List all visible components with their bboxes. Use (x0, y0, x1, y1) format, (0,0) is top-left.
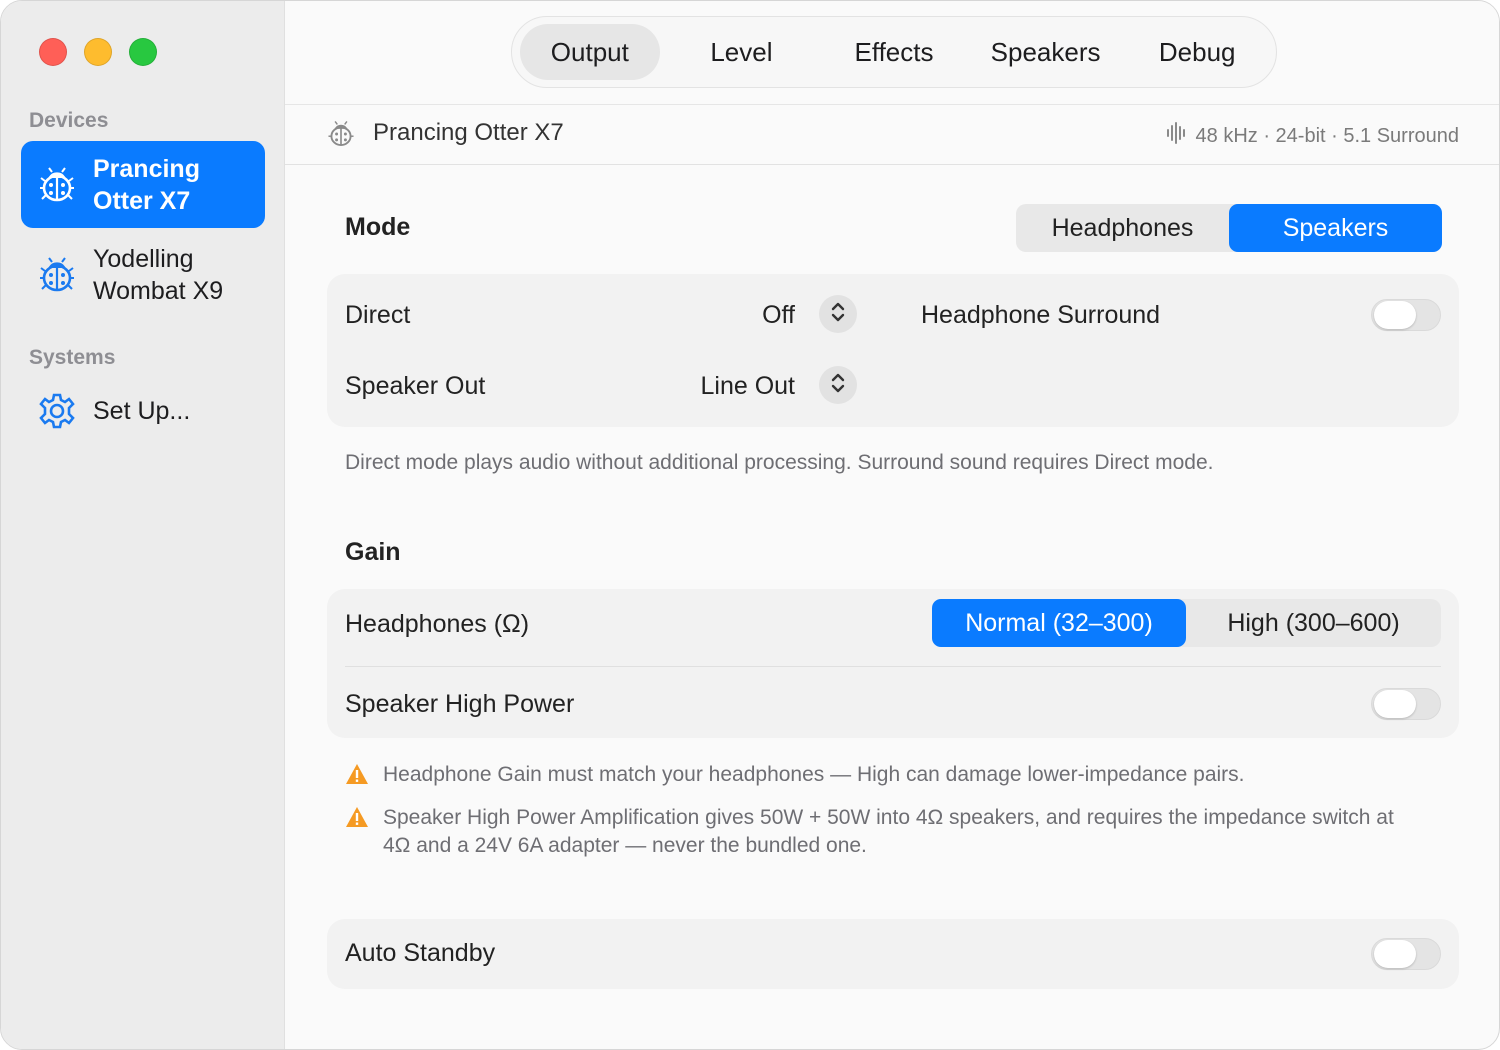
device-header: Prancing Otter X7 48 kHz · 24-bit · 5.1 … (285, 105, 1499, 165)
device-name: Prancing Otter X7 (373, 119, 564, 146)
auto-standby-label: Auto Standby (345, 939, 496, 967)
mode-heading: Mode (345, 213, 411, 241)
tab-level[interactable]: Level (660, 24, 824, 80)
close-window-button[interactable] (39, 38, 67, 66)
gain-normal-option[interactable]: Normal (32–300) (932, 599, 1186, 647)
ladybug-icon (37, 255, 77, 295)
headphones-gain-segmented-control: Normal (32–300) High (300–600) (932, 599, 1441, 647)
tab-debug[interactable]: Debug (1126, 24, 1268, 80)
sidebar-item-prancing-otter[interactable]: Prancing Otter X7 (21, 141, 265, 228)
speaker-high-power-label: Speaker High Power (345, 690, 575, 718)
warning-item: Speaker High Power Amplification gives 5… (345, 804, 1425, 860)
chevron-up-down-icon (830, 372, 846, 399)
gain-heading: Gain (345, 538, 401, 566)
direct-label: Direct (345, 301, 411, 329)
mode-speakers-option[interactable]: Speakers (1229, 204, 1442, 252)
mode-segmented-control: Headphones Speakers (1016, 204, 1442, 252)
divider (345, 666, 1441, 667)
speaker-high-power-toggle[interactable] (1371, 688, 1441, 720)
sidebar-item-label-line1: Yodelling (93, 244, 194, 273)
warning-icon (345, 761, 369, 793)
systems-section-header: Systems (29, 346, 116, 369)
chevron-up-down-icon (830, 301, 846, 328)
headphone-surround-label: Headphone Surround (921, 301, 1161, 329)
standby-group: Auto Standby (327, 919, 1459, 989)
device-format: 48 kHz · 24-bit · 5.1 Surround (1166, 122, 1459, 150)
toolbar: Output Level Effects Speakers Debug (285, 1, 1499, 105)
auto-standby-toggle[interactable] (1371, 938, 1441, 970)
sidebar-item-yodelling-wombat[interactable]: Yodelling Wombat X9 (21, 231, 265, 318)
zoom-window-button[interactable] (129, 38, 157, 66)
sidebar-item-setup[interactable]: Set Up... (21, 389, 265, 433)
ladybug-icon (37, 165, 77, 205)
warning-text: Speaker High Power Amplification gives 5… (383, 806, 1394, 857)
warning-item: Headphone Gain must match your headphone… (345, 761, 1425, 793)
sidebar-item-label-line2: Otter X7 (93, 186, 191, 215)
warning-icon (345, 804, 369, 860)
tab-output[interactable]: Output (520, 24, 660, 80)
ladybug-icon (327, 119, 355, 154)
waveform-icon (1166, 122, 1186, 150)
sidebar-item-label-line2: Wombat X9 (93, 276, 224, 305)
direct-stepper[interactable] (819, 295, 857, 333)
speaker-out-value: Line Out (700, 372, 795, 400)
app-window: Devices Prancing Otter X7 Yodelling Womb… (0, 0, 1500, 1050)
tab-speakers[interactable]: Speakers (965, 24, 1127, 80)
format-text: 48 kHz · 24-bit · 5.1 Surround (1195, 124, 1459, 147)
window-controls (39, 38, 157, 66)
tab-effects[interactable]: Effects (823, 24, 965, 80)
mode-note: Direct mode plays audio without addition… (345, 451, 1214, 474)
headphones-gain-label: Headphones (Ω) (345, 610, 530, 638)
minimize-window-button[interactable] (84, 38, 112, 66)
direct-value: Off (762, 301, 795, 329)
sidebar: Devices Prancing Otter X7 Yodelling Womb… (1, 1, 285, 1049)
sidebar-item-label: Set Up... (93, 397, 191, 425)
tab-bar: Output Level Effects Speakers Debug (511, 16, 1277, 88)
speaker-out-stepper[interactable] (819, 366, 857, 404)
mode-settings-group: Direct Off Headphone Surround Speaker Ou… (327, 274, 1459, 427)
mode-headphones-option[interactable]: Headphones (1016, 204, 1229, 252)
devices-section-header: Devices (29, 109, 109, 132)
sidebar-item-label-line1: Prancing (93, 154, 200, 183)
gain-high-option[interactable]: High (300–600) (1186, 599, 1441, 647)
gear-icon (37, 391, 77, 431)
speaker-out-label: Speaker Out (345, 372, 486, 400)
warning-text: Headphone Gain must match your headphone… (383, 763, 1245, 786)
headphone-surround-toggle[interactable] (1371, 299, 1441, 331)
